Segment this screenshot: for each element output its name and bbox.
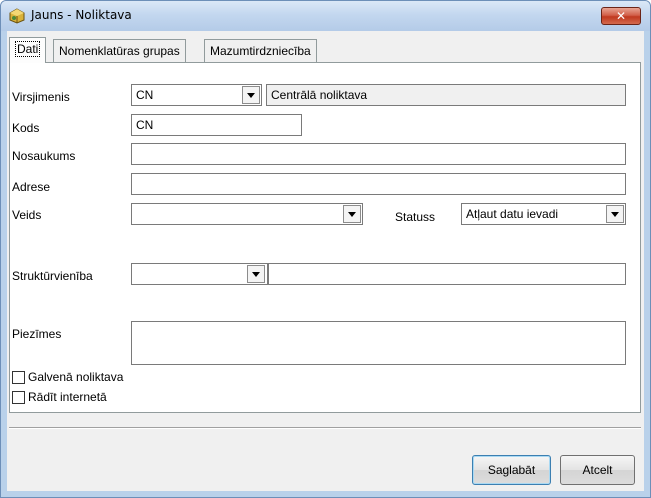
strukturvieniba-name-field[interactable]	[268, 263, 626, 285]
virsjimenis-dropdown-button[interactable]	[242, 86, 260, 104]
virsjimenis-code: CN	[136, 88, 154, 102]
cancel-button[interactable]: Atcelt	[560, 455, 635, 485]
veids-combo[interactable]	[131, 203, 363, 225]
dialog-client-area: Dati Nomenklatūras grupas Mazumtirdzniec…	[7, 31, 644, 491]
close-button[interactable]: ✕	[601, 7, 641, 25]
virsjimenis-name: Centrālā noliktava	[271, 88, 368, 102]
kods-label: Kods	[12, 121, 40, 135]
save-button-label: Saglabāt	[487, 463, 536, 477]
strukturvieniba-label: Struktūrvienība	[12, 269, 93, 283]
virsjimenis-name-field: Centrālā noliktava	[266, 84, 626, 106]
tab-mazumtirdznieciba-label: Mazumtirdzniecība	[210, 44, 311, 58]
radit-interneta-checkbox[interactable]	[12, 391, 25, 404]
kods-input[interactable]: CN	[131, 114, 302, 136]
save-button[interactable]: Saglabāt	[472, 455, 551, 485]
chevron-down-icon	[247, 92, 255, 98]
title-bar[interactable]: Jauns - Noliktava ✕	[1, 1, 650, 31]
veids-label: Veids	[12, 208, 42, 222]
statuss-dropdown-button[interactable]	[606, 205, 624, 223]
window-title: Jauns - Noliktava	[31, 8, 132, 22]
status-area	[9, 413, 641, 427]
warehouse-app-icon	[9, 8, 25, 24]
tab-dati[interactable]: Dati	[9, 37, 47, 63]
piezimes-label: Piezīmes	[12, 327, 62, 341]
adrese-label: Adrese	[12, 180, 51, 194]
close-icon: ✕	[615, 9, 627, 23]
veids-dropdown-button[interactable]	[343, 205, 361, 223]
dialog-window: Jauns - Noliktava ✕ Dati Nomenklatūras g…	[0, 0, 651, 498]
galvena-noliktava-checkbox[interactable]	[12, 371, 25, 384]
nosaukums-input[interactable]	[131, 143, 626, 165]
tab-dati-label: Dati	[15, 41, 41, 57]
tab-nomenklaturas-grupas-label: Nomenklatūras grupas	[59, 44, 180, 58]
statuss-combo[interactable]: Atļaut datu ievadi	[461, 203, 626, 225]
strukturvieniba-dropdown-button[interactable]	[247, 265, 265, 283]
galvena-noliktava-label[interactable]: Galvenā noliktava	[28, 370, 123, 384]
nosaukums-label: Nosaukums	[12, 149, 76, 163]
radit-interneta-label[interactable]: Rādīt internetā	[28, 390, 107, 404]
statuss-label: Statuss	[395, 210, 436, 224]
adrese-input[interactable]	[131, 173, 626, 195]
virsjimenis-label: Virsjimenis	[12, 90, 70, 104]
cancel-button-label: Atcelt	[582, 463, 613, 477]
piezimes-textarea[interactable]	[131, 321, 626, 365]
statuss-value: Atļaut datu ievadi	[466, 207, 559, 221]
kods-value: CN	[136, 118, 154, 132]
tab-mazumtirdznieciba[interactable]: Mazumtirdzniecība	[204, 39, 317, 62]
tab-panel-dati: Virsjimenis CN Centrālā noliktava Kods C…	[9, 62, 641, 413]
chevron-down-icon	[611, 211, 619, 217]
chevron-down-icon	[252, 271, 260, 277]
divider-highlight	[9, 428, 641, 429]
chevron-down-icon	[348, 211, 356, 217]
tab-nomenklaturas-grupas[interactable]: Nomenklatūras grupas	[53, 39, 186, 62]
